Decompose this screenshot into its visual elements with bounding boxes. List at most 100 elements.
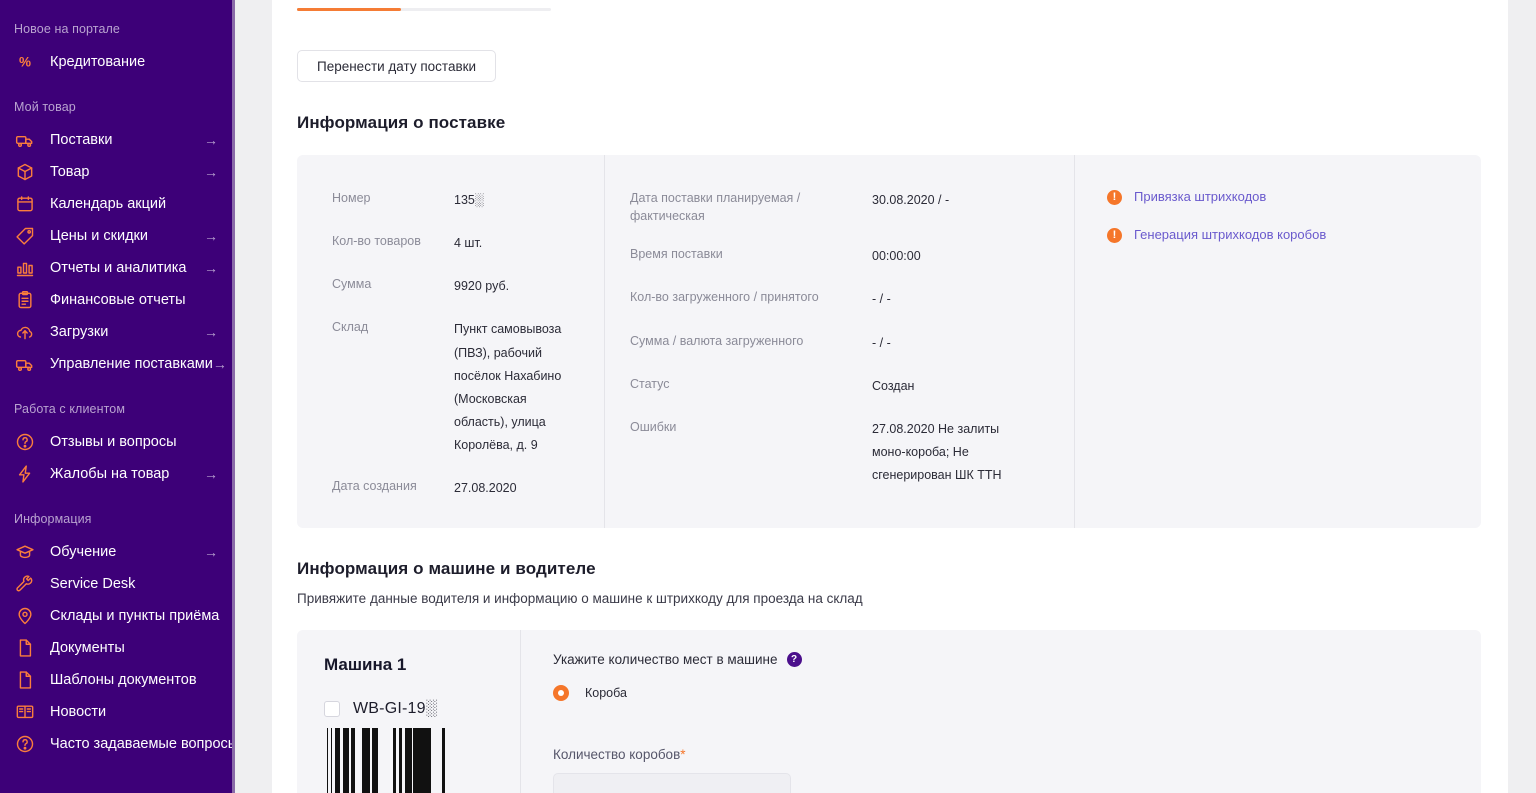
alert-row[interactable]: ! Привязка штрихкодов <box>1107 189 1481 205</box>
step-progress-indicator <box>297 8 551 12</box>
clipboard-icon <box>14 289 36 311</box>
sidebar-item-товар[interactable]: Товар → <box>0 156 232 188</box>
svg-text:%: % <box>19 55 31 70</box>
sidebar-item-label: Шаблоны документов <box>50 672 197 688</box>
chevron-right-icon: → <box>204 544 218 560</box>
info-row-value: Пункт самовывоза (ПВЗ), рабочий посёлок … <box>454 322 562 452</box>
chevron-right-icon: → <box>204 132 218 148</box>
page-gutter <box>235 0 272 793</box>
alert-link[interactable]: Привязка штрихкодов <box>1134 189 1266 204</box>
sidebar-group-title: Новое на портале <box>14 22 120 36</box>
supply-info-column-alerts: ! Привязка штрихкодов ! Генерация штрихкодо… <box>1074 155 1481 529</box>
bar-chart-icon <box>14 257 36 279</box>
boxes-radio-label: Короба <box>585 686 627 701</box>
sidebar-item-новости[interactable]: Новости <box>0 696 232 728</box>
sidebar-item-отзывы-и-вопросы[interactable]: Отзывы и вопросы <box>0 426 232 458</box>
truck-icon <box>14 129 36 151</box>
sidebar-item-label: Service Desk <box>50 576 136 592</box>
chevron-right-icon: → <box>212 356 227 372</box>
calendar-icon <box>14 193 36 215</box>
info-row-key: Время поставки <box>630 247 723 262</box>
sidebar-item-label: Новости <box>50 704 107 720</box>
info-row-value: Создан <box>872 378 915 393</box>
sidebar-item-label: Жалобы на товар <box>50 466 170 482</box>
boxes-quantity-input[interactable] <box>553 773 791 793</box>
boxes-quantity-label: Количество коробов* <box>553 747 1481 762</box>
sidebar-item-label: Цены и скидки <box>50 228 148 244</box>
tag-icon <box>14 225 36 247</box>
info-row-value: 4 шт. <box>454 236 483 251</box>
chevron-right-icon: → <box>204 228 218 244</box>
sidebar-item-управление-поставками[interactable]: Управление поставками → <box>0 348 232 380</box>
sidebar-item-label: Поставки <box>50 132 113 148</box>
sidebar-item-обучение[interactable]: Обучение → <box>0 536 232 568</box>
sidebar-item-документы[interactable]: Документы <box>0 632 232 664</box>
sidebar-item-отчеты-и-аналитика[interactable]: Отчеты и аналитика → <box>0 252 232 284</box>
barcode-check-row[interactable]: WB-GI-19░ <box>324 700 520 718</box>
info-row: Номер 135░ <box>332 189 604 212</box>
info-row-value: - / - <box>872 292 891 307</box>
sidebar-item-шаблоны-документов[interactable]: Шаблоны документов <box>0 664 232 696</box>
info-row: Дата поставки планируемая / фактическая 3… <box>630 189 1074 225</box>
info-row: Ошибки 27.08.2020 Не залиты моно-короба; … <box>630 418 1074 487</box>
question-circle-icon <box>14 431 36 453</box>
sidebar-item-календарь-акций[interactable]: Календарь акций <box>0 188 232 220</box>
sidebar-item-label: Документы <box>50 640 125 656</box>
sidebar-item-поставки[interactable]: Поставки → <box>0 124 232 156</box>
supply-info-column-left: Номер 135░ Кол-во товаров 4 шт. Сумма 9920 ру… <box>297 155 604 528</box>
vehicle-info-title: Информация о машине и водителе <box>297 559 596 579</box>
chevron-right-icon: → <box>204 164 218 180</box>
sidebar-group-title: Мой товар <box>14 100 76 114</box>
sidebar-item-финансовые-отчеты[interactable]: Финансовые отчеты <box>0 284 232 316</box>
sidebar-item-label: Товар <box>50 164 90 180</box>
sidebar-item-label: Календарь акций <box>50 196 167 212</box>
barcode-checkbox[interactable] <box>324 701 340 718</box>
sidebar-scroll-container: Новое на портале % Кредитование Мой товар По… <box>0 0 232 760</box>
info-row: Кол-во товаров 4 шт. <box>332 232 604 255</box>
help-icon[interactable]: ? <box>786 652 802 668</box>
alert-row[interactable]: ! Генерация штрихкодов коробов <box>1107 227 1481 243</box>
cloud-upload-icon <box>14 321 36 343</box>
info-row-key: Номер <box>332 191 371 205</box>
sidebar-item-склады-и-пункты-приёма[interactable]: Склады и пункты приёма <box>0 600 232 632</box>
document-icon <box>14 637 36 659</box>
info-row: Сумма 9920 руб. <box>332 275 604 298</box>
required-mark: * <box>680 747 686 763</box>
barcode-label: WB-GI-19░ <box>353 700 438 718</box>
boxes-radio-row[interactable]: Короба <box>553 685 1481 702</box>
question-circle-icon <box>14 733 36 755</box>
info-row-key: Сумма <box>332 277 372 292</box>
info-row-value: 30.08.2020 / - <box>872 193 950 207</box>
info-row: Кол-во загруженного / принятого - / - <box>630 288 1074 311</box>
sidebar-group-title: Информация <box>14 512 92 526</box>
document-icon <box>14 669 36 691</box>
sidebar-item-загрузки[interactable]: Загрузки → <box>0 316 232 348</box>
machine-card-left: Машина 1 WB-GI-19░ <box>297 630 520 793</box>
info-row-key: Кол-во загруженного / принятого <box>630 290 819 305</box>
sidebar-item-service-desk[interactable]: Service Desk <box>0 568 232 600</box>
sidebar-item-жалобы-на-товар[interactable]: Жалобы на товар → <box>0 458 232 490</box>
sidebar-item-часто-задаваемые-вопросы[interactable]: Часто задаваемые вопросы <box>0 728 232 760</box>
sidebar-item-label: Финансовые отчеты <box>50 292 186 308</box>
chevron-right-icon: → <box>204 324 218 340</box>
wrench-icon <box>14 573 36 595</box>
boxes-radio-button[interactable] <box>553 685 569 702</box>
chevron-right-icon: → <box>204 260 218 276</box>
machine-title: Машина 1 <box>324 655 407 675</box>
page-scrollbar[interactable] <box>1508 0 1536 793</box>
reschedule-delivery-button[interactable]: Перенести дату поставки <box>297 50 497 82</box>
sidebar-item-label: Склады и пункты приёма <box>50 608 220 624</box>
boxes-quantity-text: Количество коробов <box>553 747 681 763</box>
info-row: Склад Пункт самовывоза (ПВЗ), рабочий пос… <box>332 318 604 457</box>
sidebar-item-кредитование[interactable]: % Кредитование <box>0 46 232 78</box>
machine-card-right: Укажите количество мест в машине ? Короб… <box>520 630 1481 793</box>
truck-icon <box>14 353 36 375</box>
info-row: Время поставки 00:00:00 <box>630 245 1074 268</box>
sidebar-groups: Новое на портале % Кредитование Мой товар По… <box>0 22 232 760</box>
sidebar-item-label: Загрузки <box>50 324 109 340</box>
sidebar-item-цены-и-скидки[interactable]: Цены и скидки → <box>0 220 232 252</box>
sidebar-item-label: Отчеты и аналитика <box>50 260 187 276</box>
graduation-cap-icon <box>14 541 36 563</box>
sidebar-item-label: Управление поставками <box>50 356 213 372</box>
alert-link[interactable]: Генерация штрихкодов коробов <box>1134 227 1326 242</box>
